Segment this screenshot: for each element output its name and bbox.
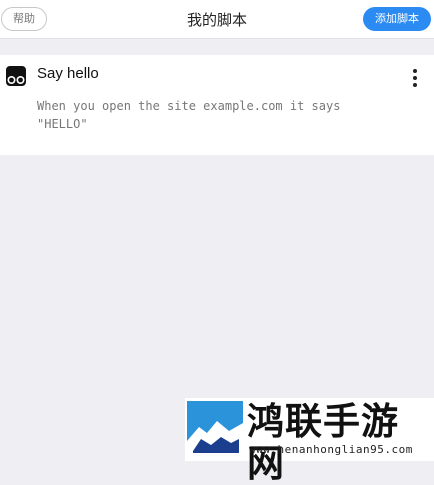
script-title: Say hello — [37, 65, 99, 82]
top-bar: 帮助 我的脚本 添加脚本 — [0, 0, 434, 39]
script-card[interactable]: Say hello When you open the site example… — [0, 55, 434, 155]
watermark-text: 鸿联手游网 — [247, 399, 399, 485]
more-vertical-icon[interactable] — [412, 69, 418, 87]
add-script-button[interactable]: 添加脚本 — [363, 7, 431, 31]
script-icon — [6, 66, 26, 86]
watermark: 鸿联手游网 www.henanhonglian95.com — [185, 398, 434, 484]
watermark-logo — [187, 401, 243, 457]
watermark-url: www.henanhonglian95.com — [249, 443, 413, 456]
script-description: When you open the site example.com it sa… — [37, 99, 341, 131]
